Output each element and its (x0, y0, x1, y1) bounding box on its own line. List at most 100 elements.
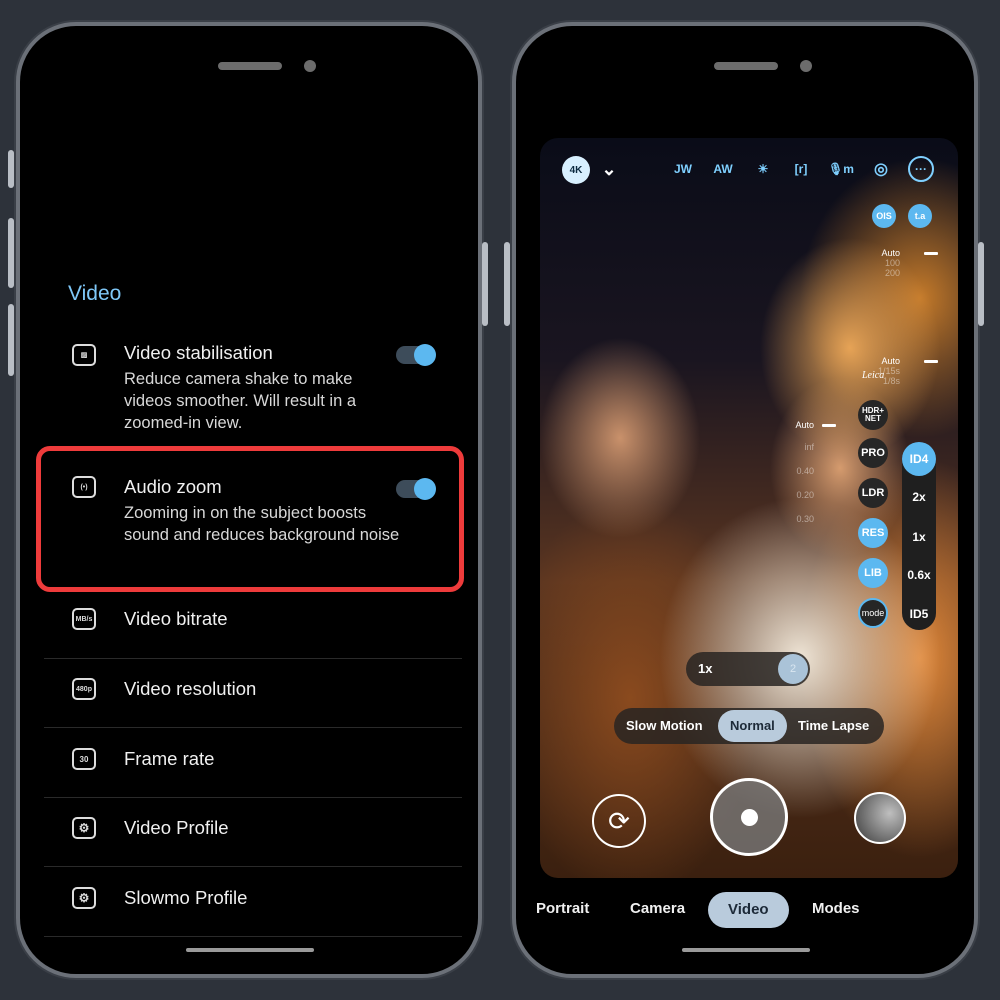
zoom-0-6x[interactable]: 0.6x (902, 568, 936, 582)
record-button[interactable] (710, 778, 788, 856)
focus-value: 0.30 (796, 514, 814, 524)
more-icon[interactable]: ··· (908, 156, 934, 182)
zoom-level-selector: ID4 2x 1x 0.6x ID5 (902, 442, 936, 630)
focus-value: 0.40 (796, 466, 814, 476)
tab-modes[interactable]: Modes (812, 900, 860, 917)
home-indicator[interactable] (682, 948, 810, 952)
zoom-id5[interactable]: ID5 (902, 607, 936, 621)
toggle-knob (414, 478, 436, 500)
tab-camera[interactable]: Camera (630, 900, 685, 917)
power-button (482, 242, 488, 326)
setting-title: Audio zoom (124, 476, 222, 497)
ldr-button[interactable]: LDR (858, 478, 888, 508)
tab-portrait[interactable]: Portrait (536, 900, 589, 917)
phone-camera: 4K ⌄ JW AW ☀ [r] 🎙m ◎ ··· OIS t.a Auto 1… (504, 22, 984, 978)
volume-up-button (8, 218, 14, 288)
pro-button[interactable]: PRO (858, 438, 888, 468)
setting-video-bitrate[interactable]: MB/s Video bitrate (44, 608, 462, 648)
video-stabilisation-toggle[interactable] (396, 344, 436, 366)
stabilisation-icon: ▨ (72, 344, 96, 366)
setting-title: Video Profile (124, 817, 229, 838)
sunrise-icon[interactable]: ☀ (750, 156, 776, 182)
fps-button[interactable]: t.a (908, 204, 932, 228)
setting-description: Zooming in on the subject boosts sound a… (124, 504, 400, 544)
resolution-4k-icon[interactable]: 4K (562, 156, 590, 184)
speed-time-lapse[interactable]: Time Lapse (798, 718, 869, 733)
iso-value: 200 (884, 268, 900, 278)
microphone-icon[interactable]: 🎙m (828, 156, 854, 182)
divider (44, 936, 462, 937)
bitrate-icon: MB/s (72, 608, 96, 630)
setting-video-stabilisation[interactable]: ▨ Video stabilisation Reduce camera shak… (44, 342, 462, 442)
divider (44, 658, 462, 659)
setting-title: Video stabilisation (124, 342, 273, 363)
mode-button[interactable]: mode (858, 598, 888, 628)
focus-readout[interactable]: Auto inf 0.40 0.20 0.30 (768, 420, 814, 524)
volume-down-button (8, 304, 14, 376)
divider (44, 727, 462, 728)
front-camera (800, 60, 812, 72)
auto-white-balance-icon[interactable]: AW (710, 156, 736, 182)
video-speed-selector: Slow Motion Normal Time Lapse (614, 708, 884, 744)
speaker-grille (714, 62, 778, 70)
setting-title: Frame rate (124, 748, 215, 769)
speaker-grille (218, 62, 282, 70)
gear-icon: ⚙ (72, 887, 96, 909)
camera-mode-tabs: Portrait Camera Video Modes (516, 892, 974, 928)
setting-audio-zoom[interactable]: (•) Audio zoom Zooming in on the subject… (44, 476, 462, 576)
camera-viewfinder[interactable]: 4K ⌄ JW AW ☀ [r] 🎙m ◎ ··· OIS t.a Auto 1… (540, 138, 958, 878)
setting-frame-rate[interactable]: 30 Frame rate (44, 748, 462, 788)
home-indicator[interactable] (186, 948, 314, 952)
focus-value: inf (804, 442, 814, 452)
chevron-down-icon[interactable]: ⌄ (596, 156, 622, 182)
front-camera (304, 60, 316, 72)
focus-current: Auto (795, 420, 814, 430)
setting-title: Video bitrate (124, 608, 228, 629)
record-dot (741, 809, 758, 826)
shutter-current: Auto (881, 356, 900, 366)
iso-current: Auto (881, 248, 900, 258)
toggle-knob (414, 344, 436, 366)
audio-zoom-icon: (•) (72, 476, 96, 498)
flip-camera-button[interactable]: ⟳ (592, 794, 646, 848)
power-button (978, 242, 984, 326)
volume-button (504, 242, 510, 326)
flip-camera-icon: ⟳ (608, 805, 630, 836)
iso-indicator (924, 252, 938, 255)
leica-logo: Leica (862, 370, 885, 381)
speed-slow-motion[interactable]: Slow Motion (626, 718, 703, 733)
setting-slowmo-profile[interactable]: ⚙ Slowmo Profile (44, 887, 462, 927)
lib-button[interactable]: LIB (858, 558, 888, 588)
zoom-id4[interactable]: ID4 (902, 442, 936, 476)
gallery-thumbnail[interactable] (854, 792, 906, 844)
iso-readout[interactable]: Auto 100 200 (860, 248, 900, 278)
section-title: Video (68, 282, 122, 305)
frame-icon[interactable]: [r] (788, 156, 814, 182)
iso-value: 100 (884, 258, 900, 268)
frame-rate-icon: 30 (72, 748, 96, 770)
zoom-slider-thumb[interactable]: 2 (778, 654, 808, 684)
white-balance-icon[interactable]: JW (670, 156, 696, 182)
setting-video-profile[interactable]: ⚙ Video Profile (44, 817, 462, 857)
phone-settings: Video ▨ Video stabilisation Reduce camer… (8, 22, 488, 978)
side-button (8, 150, 14, 188)
res-button[interactable]: RES (858, 518, 888, 548)
setting-video-resolution[interactable]: 480p Video resolution (44, 678, 462, 718)
zoom-slider[interactable]: 1x 2 (686, 652, 810, 686)
divider (44, 797, 462, 798)
zoom-1x[interactable]: 1x (902, 530, 936, 544)
hdr-net-button[interactable]: HDR+ NET (858, 400, 888, 430)
ois-button[interactable]: OIS (872, 204, 896, 228)
setting-title: Video resolution (124, 678, 257, 699)
audio-zoom-toggle[interactable] (396, 478, 436, 500)
zoom-2x[interactable]: 2x (902, 490, 936, 504)
focus-indicator (822, 424, 836, 427)
focus-value: 0.20 (796, 490, 814, 500)
zoom-slider-label: 1x (698, 661, 713, 676)
aperture-icon[interactable]: ◎ (868, 156, 894, 182)
setting-title: Slowmo Profile (124, 887, 248, 908)
setting-description: Reduce camera shake to make videos smoot… (124, 370, 357, 432)
tab-video[interactable]: Video (708, 892, 789, 928)
speed-normal[interactable]: Normal (718, 710, 787, 742)
resolution-icon: 480p (72, 678, 96, 700)
